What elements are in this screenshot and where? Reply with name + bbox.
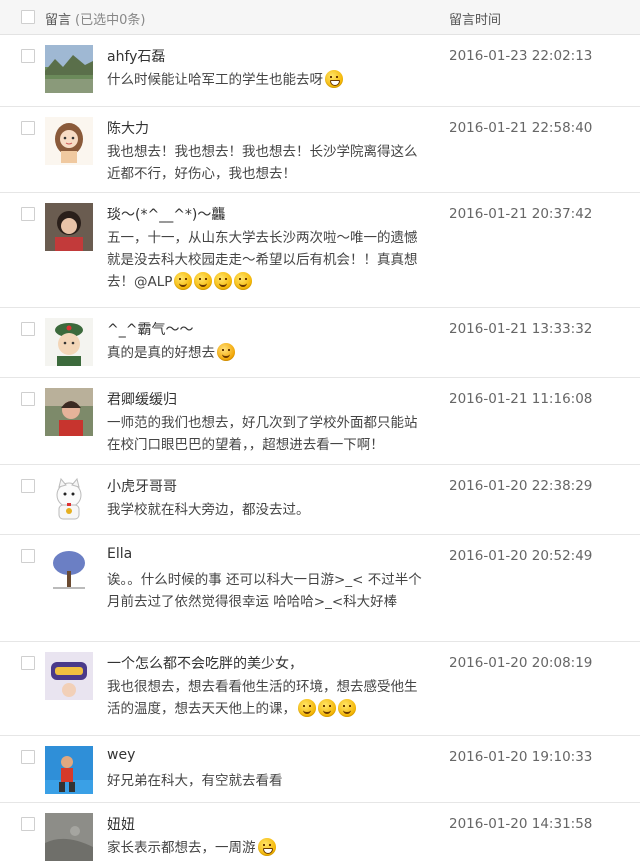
comment-text: 一师范的我们也想去，好几次到了学校外面都只能站在校门口眼巴巴的望着，，超想进去看… xyxy=(107,415,418,453)
comment-author: 一个怎么都不会吃胖的美少女， xyxy=(107,656,303,672)
lucky-cat-avatar xyxy=(45,475,93,523)
cartoon-girl-avatar xyxy=(45,117,93,165)
comment-text: 五一，十一，从山东大学去长沙两次啦～唯一的遗憾就是没去科大校园走走～希望以后有机… xyxy=(107,230,418,290)
comment-row: 妞妞 家长表示都想去，一周游 2016-01-20 14:31:58 xyxy=(0,803,640,867)
comment-time: 2016-01-23 22:02:13 xyxy=(449,48,593,64)
header-label: 留言 xyxy=(45,13,72,28)
tree-avatar xyxy=(45,545,93,593)
comment-text: 家长表示都想去，一周游 xyxy=(107,837,427,859)
comment-author: Ella xyxy=(107,546,133,562)
comment-author: ahfy石磊 xyxy=(107,49,166,65)
select-all-checkbox[interactable] xyxy=(21,10,35,24)
comment-row: 君卿缓缓归 一师范的我们也想去，好几次到了学校外面都只能站在校门口眼巴巴的望着，… xyxy=(0,378,640,465)
row-checkbox[interactable] xyxy=(21,750,35,764)
comment-text: 好兄弟在科大，有空就去看看 xyxy=(107,773,283,789)
landscape-avatar xyxy=(45,45,93,93)
comment-time: 2016-01-20 14:31:58 xyxy=(449,816,593,832)
comment-text: 我也想去！我也想去！我也想去！长沙学院离得这么近都不行，好伤心，我也想去！ xyxy=(107,144,418,182)
comment-time: 2016-01-20 20:08:19 xyxy=(449,655,593,671)
comment-author: 君卿缓缓归 xyxy=(107,392,177,408)
comment-author: 小虎牙哥哥 xyxy=(107,479,177,495)
header-title: 留言 (已选中0条) xyxy=(45,9,145,28)
smile-emoji xyxy=(298,699,316,717)
time-column-header: 留言时间 xyxy=(449,13,502,28)
comment-time: 2016-01-20 19:10:33 xyxy=(449,749,593,765)
grin-emoji xyxy=(325,70,343,88)
smile-emoji xyxy=(234,272,253,290)
smile-emoji xyxy=(194,272,213,290)
gray-photo-avatar xyxy=(45,813,93,861)
runner-photo-avatar xyxy=(45,746,93,794)
comment-row: wey 好兄弟在科大，有空就去看看 2016-01-20 19:10:33 xyxy=(0,736,640,803)
comment-time: 2016-01-21 11:16:08 xyxy=(449,391,593,407)
comments-header: 留言 (已选中0条) 留言时间 xyxy=(0,0,640,35)
smile-emoji xyxy=(318,699,336,717)
comment-row: 陈大力 我也想去！我也想去！我也想去！长沙学院离得这么近都不行，好伤心，我也想去… xyxy=(0,107,640,193)
comment-time: 2016-01-20 20:52:49 xyxy=(449,548,593,564)
smile-emoji xyxy=(338,699,356,717)
comment-text: 什么时候能让哈军工的学生也能去呀 xyxy=(107,69,427,91)
row-checkbox[interactable] xyxy=(21,49,35,63)
row-checkbox[interactable] xyxy=(21,656,35,670)
comment-author: wey xyxy=(107,747,136,763)
comment-author: 琰～(*^__^*)～龘 xyxy=(107,207,226,223)
comment-time: 2016-01-21 13:33:32 xyxy=(449,321,593,337)
comment-time: 2016-01-21 20:37:42 xyxy=(449,206,593,222)
comment-text: 诶。。什么时候的事 还可以科大一日游>_< 不过半个月前去过了依然觉得很幸运 哈… xyxy=(107,572,422,610)
smile-emoji xyxy=(174,272,193,290)
comment-text: 真的是真的好想去 xyxy=(107,342,427,364)
comment-row: 一个怎么都不会吃胖的美少女， 我也很想去，想去看看他生活的环境，想去感受他生活的… xyxy=(0,642,640,736)
sticker-avatar xyxy=(45,652,93,700)
comment-text: 我也很想去，想去看看他生活的环境，想去感受他生活的温度，想去天天他上的课， xyxy=(107,679,418,717)
row-checkbox[interactable] xyxy=(21,479,35,493)
girl-photo-avatar xyxy=(45,203,93,251)
comment-row: ^_^霸气～～ 真的是真的好想去 2016-01-21 13:33:32 xyxy=(0,308,640,378)
row-checkbox[interactable] xyxy=(21,322,35,336)
shy-emoji xyxy=(217,343,235,361)
comment-author: 妞妞 xyxy=(107,817,135,833)
comment-row: ahfy石磊 什么时候能让哈军工的学生也能去呀 2016-01-23 22:02… xyxy=(0,35,640,107)
comment-text: 我学校就在科大旁边，都没去过。 xyxy=(107,502,310,518)
row-checkbox[interactable] xyxy=(21,121,35,135)
comment-author: 陈大力 xyxy=(107,121,149,137)
grin-emoji xyxy=(257,838,276,856)
selected-count: (已选中0条) xyxy=(75,13,146,28)
comment-time: 2016-01-21 22:58:40 xyxy=(449,120,593,136)
comment-row: Ella 诶。。什么时候的事 还可以科大一日游>_< 不过半个月前去过了依然觉得… xyxy=(0,535,640,642)
row-checkbox[interactable] xyxy=(21,549,35,563)
comment-author: ^_^霸气～～ xyxy=(107,322,194,338)
smile-emoji xyxy=(214,272,233,290)
person-photo-avatar xyxy=(45,388,93,436)
row-checkbox[interactable] xyxy=(21,392,35,406)
row-checkbox[interactable] xyxy=(21,817,35,831)
comment-row: 小虎牙哥哥 我学校就在科大旁边，都没去过。 2016-01-20 22:38:2… xyxy=(0,465,640,535)
comment-row: 琰～(*^__^*)～龘 五一，十一，从山东大学去长沙两次啦～唯一的遗憾就是没去… xyxy=(0,193,640,308)
comment-time: 2016-01-20 22:38:29 xyxy=(449,478,593,494)
row-checkbox[interactable] xyxy=(21,207,35,221)
soldier-cartoon-avatar xyxy=(45,318,93,366)
